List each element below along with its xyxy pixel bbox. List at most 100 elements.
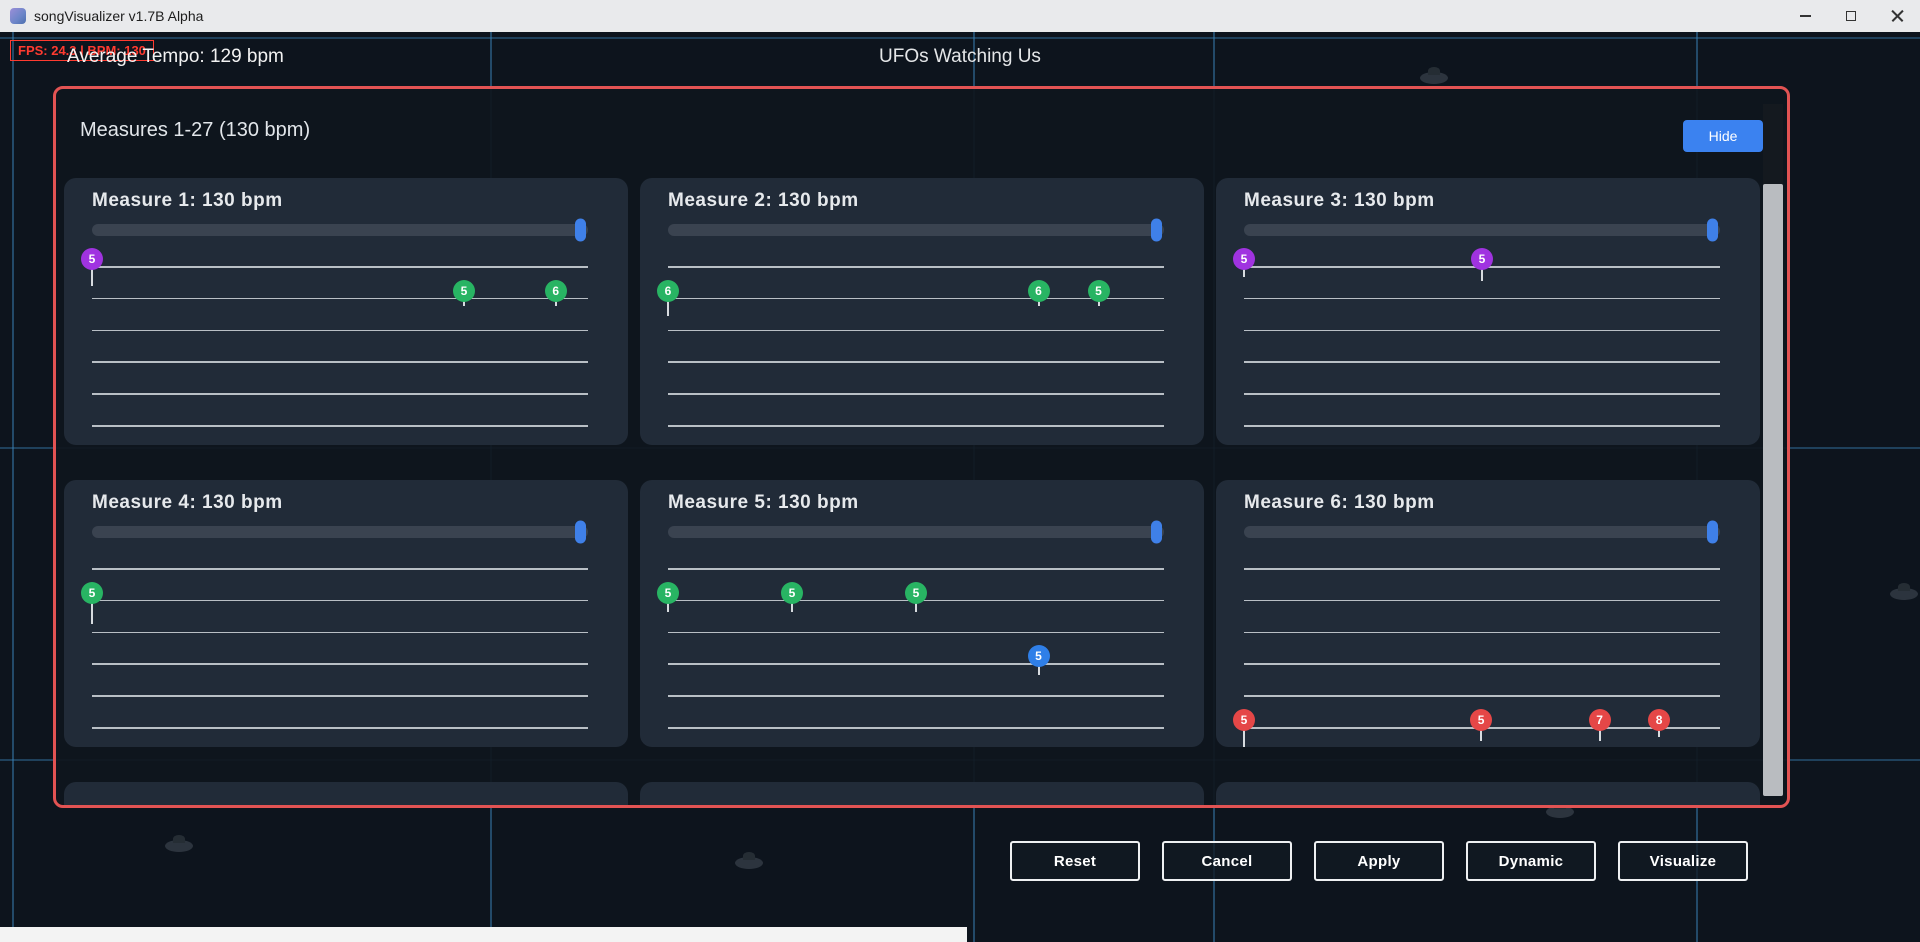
- note-value: 5: [1233, 248, 1255, 270]
- measure-slider[interactable]: [1244, 224, 1720, 236]
- staff-line: [668, 695, 1164, 697]
- staff-line: [92, 663, 588, 665]
- slider-thumb[interactable]: [1151, 521, 1162, 544]
- window-controls: [1782, 0, 1920, 32]
- note-value: 5: [781, 582, 803, 604]
- average-tempo-label: Average Tempo: 129 bpm: [67, 46, 284, 68]
- scrollbar-thumb[interactable]: [1763, 184, 1783, 796]
- slider-thumb[interactable]: [575, 219, 586, 242]
- slider-thumb[interactable]: [1151, 219, 1162, 242]
- measure-title: Measure 2: 130 bpm: [668, 190, 859, 212]
- measures-grid: Measure 1: 130 bpm 556 Measure 2: 130 bp…: [64, 178, 1760, 808]
- note-value: 5: [1470, 709, 1492, 731]
- panel-header: Measures 1-27 (130 bpm): [80, 119, 310, 142]
- measure-card: Measure 6: 130 bpm 5578: [1216, 480, 1760, 747]
- staff-line: [92, 361, 588, 363]
- measure-slider[interactable]: [668, 224, 1164, 236]
- measure-card: Measure 1: 130 bpm 556: [64, 178, 628, 445]
- measure-title: Measure 3: 130 bpm: [1244, 190, 1435, 212]
- app-window: songVisualizer v1.7B Alpha FPS: 24.3 | B…: [0, 0, 1920, 942]
- staff-line: [668, 632, 1164, 634]
- titlebar: songVisualizer v1.7B Alpha: [0, 0, 1920, 32]
- measure-slider[interactable]: [92, 224, 588, 236]
- measure-slider[interactable]: [1244, 526, 1720, 538]
- measure-slider[interactable]: [92, 526, 588, 538]
- note-value: 5: [81, 582, 103, 604]
- staff-line: [668, 425, 1164, 427]
- staff-line: [92, 568, 588, 570]
- dynamic-button[interactable]: Dynamic: [1466, 841, 1596, 881]
- window-title: songVisualizer v1.7B Alpha: [34, 8, 203, 24]
- apply-button[interactable]: Apply: [1314, 841, 1444, 881]
- song-title: UFOs Watching Us: [0, 46, 1920, 68]
- reset-button[interactable]: Reset: [1010, 841, 1140, 881]
- note-value: 5: [657, 582, 679, 604]
- measure-slider[interactable]: [668, 526, 1164, 538]
- action-bar: Reset Cancel Apply Dynamic Visualize: [1010, 841, 1748, 881]
- staff-line: [92, 330, 588, 332]
- staff: 5578: [1244, 568, 1720, 727]
- ufo-sprite: [165, 840, 193, 852]
- staff: 5555: [668, 568, 1164, 727]
- measure-card: Measure 2: 130 bpm 6 6 5: [640, 178, 1204, 445]
- staff-line: [668, 568, 1164, 570]
- staff-line: [1244, 330, 1720, 332]
- maximize-icon: [1846, 11, 1856, 21]
- note-value: 6: [1028, 280, 1050, 302]
- staff-line: [668, 393, 1164, 395]
- slider-thumb[interactable]: [1707, 219, 1718, 242]
- measures-panel: Measures 1-27 (130 bpm) Hide Measure 1: …: [53, 86, 1790, 808]
- measure-card: Measure 3: 130 bpm 55: [1216, 178, 1760, 445]
- staff: 55: [1244, 266, 1720, 425]
- bottom-strip: [0, 927, 967, 942]
- measure-title: Measure 1: 130 bpm: [92, 190, 283, 212]
- staff-line: [92, 727, 588, 729]
- cancel-button[interactable]: Cancel: [1162, 841, 1292, 881]
- minimize-button[interactable]: [1782, 0, 1828, 32]
- slider-thumb[interactable]: [1707, 521, 1718, 544]
- staff-line: [92, 695, 588, 697]
- measure-card-partial: [64, 782, 628, 808]
- visualizer-canvas: FPS: 24.3 | BPM: 130 Average Tempo: 129 …: [0, 32, 1920, 942]
- measure-card-partial: [1216, 782, 1760, 808]
- staff-line: [1244, 568, 1720, 570]
- staff-line: [1244, 600, 1720, 602]
- staff-line: [92, 266, 588, 268]
- staff-line: [668, 266, 1164, 268]
- note-value: 7: [1589, 709, 1611, 731]
- staff-line: [668, 663, 1164, 665]
- ufo-sprite: [735, 857, 763, 869]
- staff-line: [92, 425, 588, 427]
- grid-line: [0, 37, 1920, 39]
- close-button[interactable]: [1874, 0, 1920, 32]
- app-icon: [10, 8, 26, 24]
- staff-line: [1244, 695, 1720, 697]
- note-value: 5: [1028, 645, 1050, 667]
- hide-button[interactable]: Hide: [1683, 120, 1763, 152]
- panel-scrollbar[interactable]: [1763, 104, 1783, 796]
- measure-card: Measure 4: 130 bpm 5: [64, 480, 628, 747]
- note-value: 5: [905, 582, 927, 604]
- ufo-sprite: [1420, 72, 1448, 84]
- note-value: 5: [453, 280, 475, 302]
- measure-card-partial: [640, 782, 1204, 808]
- visualize-button[interactable]: Visualize: [1618, 841, 1748, 881]
- measure-card: Measure 5: 130 bpm 5555: [640, 480, 1204, 747]
- minimize-icon: [1800, 15, 1811, 17]
- staff-line: [92, 632, 588, 634]
- staff-line: [668, 727, 1164, 729]
- maximize-button[interactable]: [1828, 0, 1874, 32]
- staff-line: [668, 330, 1164, 332]
- staff-line: [1244, 425, 1720, 427]
- staff-line: [1244, 632, 1720, 634]
- staff-line: [92, 600, 588, 602]
- note-value: 5: [1471, 248, 1493, 270]
- staff-line: [1244, 298, 1720, 300]
- slider-thumb[interactable]: [575, 521, 586, 544]
- grid-line: [12, 32, 14, 942]
- staff-line: [1244, 361, 1720, 363]
- staff: 556: [92, 266, 588, 425]
- note-value: 6: [657, 280, 679, 302]
- staff: 665: [668, 266, 1164, 425]
- note-value: 5: [1088, 280, 1110, 302]
